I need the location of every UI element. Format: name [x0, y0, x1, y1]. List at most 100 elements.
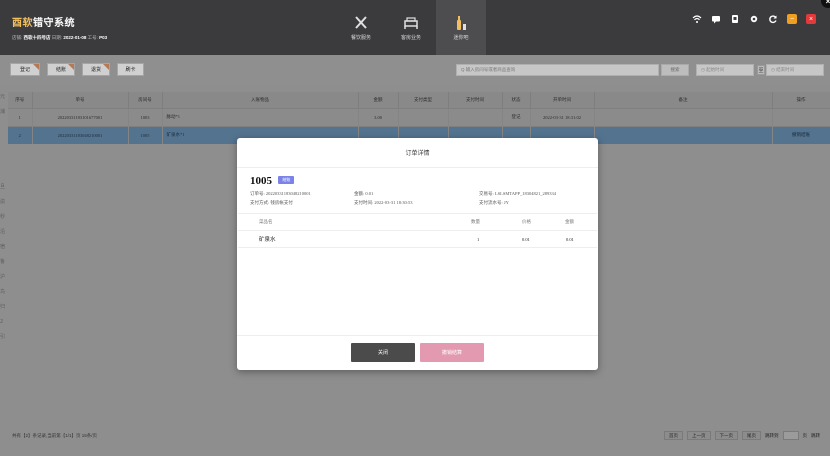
cell-op[interactable]	[772, 107, 830, 126]
minimize-button[interactable]: −	[787, 14, 797, 24]
nav-item-minibar[interactable]: 迷你吧	[436, 0, 486, 55]
page-suffix: 页	[802, 432, 808, 438]
close-window-button[interactable]: ×	[806, 14, 816, 24]
col-header: 开单时间	[530, 92, 595, 108]
status-badge: 结账	[278, 176, 295, 184]
prev-label: 上一页	[692, 432, 706, 438]
next-label: 下一页	[719, 432, 734, 438]
start-date-input[interactable]: ◷ 起始时间	[696, 64, 754, 76]
col-header: 入账物品	[162, 92, 359, 108]
edge-glyph: 引	[0, 334, 6, 340]
session-label: 日期:	[51, 35, 63, 40]
edge-glyph: 元	[0, 94, 6, 100]
undo-checkout-link[interactable]: 撤销结账	[772, 125, 830, 144]
nav-item-room[interactable]: 客房业务	[386, 0, 436, 55]
col-header: 单号	[32, 92, 129, 108]
start-date-placeholder: ◷ 起始时间	[701, 67, 725, 72]
item-name: 矿泉水	[259, 237, 276, 243]
order-summary: 1005 结账 订单号: 20220331183048210001 金额: 0.…	[250, 175, 590, 209]
nav-label: 迷你吧	[453, 34, 469, 41]
pay-method: 支付方式: 钱房帐支付	[250, 200, 293, 205]
cell-items: 脉动*1	[162, 107, 359, 126]
date-separator-label: 至	[758, 67, 764, 74]
cell-open-time: 2022-03-31 18:31:02	[530, 107, 595, 126]
dialog-title: 订单详情	[237, 138, 598, 168]
header-icons: − ×	[692, 14, 816, 24]
col-price: 价格	[522, 219, 531, 224]
search-button-label: 搜索	[670, 67, 680, 72]
cell-pay-type	[398, 107, 449, 126]
edge-glyph: 2	[0, 319, 4, 325]
end-date-input[interactable]: ◷ 结束时间	[766, 64, 824, 76]
page-number-input[interactable]	[782, 431, 799, 440]
device-icon[interactable]	[730, 14, 740, 24]
col-header: 金额	[358, 92, 399, 108]
col-header: 备注	[594, 92, 773, 108]
col-header: 操作	[772, 92, 830, 108]
nav-item-dining[interactable]: 餐饮服务	[336, 0, 386, 55]
date-separator: 至	[757, 65, 765, 75]
pagination-controls: 首页 上一页 下一页 尾页 跳转到 页 跳转	[664, 431, 820, 440]
corner-mark	[33, 64, 39, 70]
order-info: 订单号: 20220331183048210001 金额: 0.01 交易号: …	[250, 191, 590, 209]
search-button[interactable]: 搜索	[661, 64, 689, 76]
brand: 酉软错守系统 店铺: 西软十四号店 日期: 2022-01-08 工号: P03	[12, 14, 107, 41]
edge-glyph: 沿	[0, 229, 6, 235]
message-icon[interactable]	[711, 14, 721, 24]
edge-glyph: 渝	[0, 199, 6, 205]
serial-number: 支付流水号: JY	[479, 200, 509, 205]
order-detail-dialog: 订单详情 1005 结账 订单号: 20220331183048210001 金…	[237, 138, 598, 370]
utensils-icon	[355, 15, 367, 29]
register-button[interactable]: 登记	[10, 63, 40, 76]
edge-glyph: 宿	[0, 244, 6, 250]
room-number: 1005	[250, 175, 272, 187]
next-page-button[interactable]: 下一页	[714, 431, 738, 440]
order-number: 订单号: 20220331183048210001	[250, 191, 311, 196]
button-label: 刷卡	[125, 67, 136, 73]
undo-settlement-button[interactable]: 撤销结算	[420, 343, 484, 362]
undo-settlement-label: 撤销结算	[441, 350, 462, 356]
refresh-icon[interactable]	[768, 14, 778, 24]
cell-note	[594, 125, 773, 144]
prev-page-button[interactable]: 上一页	[687, 431, 711, 440]
col-header: 状态	[502, 92, 531, 108]
table-row[interactable]: 1 20220331183101677001 1003 脉动*1 3.00 登记…	[8, 107, 830, 126]
orders-table: 序号 单号 房间号 入账物品 金额 支付类型 支付时间 状态 开单时间 备注 操…	[8, 92, 830, 144]
col-qty: 数量	[471, 219, 480, 224]
trade-number: 交易号: LSLSMTAPP_18304821_289334	[479, 191, 557, 196]
item-qty: 1	[477, 236, 480, 242]
close-button[interactable]: 关闭	[351, 343, 415, 362]
jump-button[interactable]: 跳转	[811, 433, 820, 439]
app-title: 酉软错守系统	[12, 14, 107, 29]
col-item-name: 菜品名	[259, 219, 273, 224]
wifi-icon[interactable]	[692, 14, 702, 24]
edge-glyph: 秒	[0, 214, 6, 220]
pay-time: 支付时间: 2022-03-31 18:30:53	[354, 200, 413, 205]
return-button[interactable]: 退货	[82, 63, 110, 76]
edge-glyph: 归	[0, 304, 6, 310]
nav-label: 餐饮服务	[350, 34, 371, 41]
gear-icon[interactable]	[749, 14, 759, 24]
first-page-button[interactable]: 首页	[664, 431, 683, 440]
jump-label: 跳转到	[765, 432, 779, 438]
cell-amount: 3.00	[358, 107, 399, 126]
pagination-info: 共有【2】条记录,当前第【1/1】页 15条/页	[12, 433, 98, 438]
brand-part2: 错守系统	[33, 18, 75, 29]
store-label: 店铺:	[12, 35, 23, 40]
cell-room: 1003	[128, 107, 163, 126]
edge-glyph: 旦	[0, 184, 6, 190]
checkout-button[interactable]: 结账	[47, 63, 75, 76]
search-placeholder: Q 输入房间号或者商品查询	[461, 67, 516, 72]
button-label: 退货	[90, 67, 101, 73]
corner-mark	[68, 64, 74, 70]
pos-id: P03	[99, 35, 108, 40]
overlay-close-icon[interactable]: ×	[821, 0, 830, 8]
end-date-placeholder: ◷ 结束时间	[771, 67, 795, 72]
last-page-button[interactable]: 尾页	[742, 431, 761, 440]
table-header-row: 序号 单号 房间号 入账物品 金额 支付类型 支付时间 状态 开单时间 备注 操…	[8, 92, 830, 108]
edge-glyph: 鸟	[0, 289, 6, 295]
edge-glyph: 鲁	[0, 259, 6, 265]
swipe-card-button[interactable]: 刷卡	[117, 63, 144, 76]
search-input[interactable]: Q 输入房间号或者商品查询	[456, 64, 659, 76]
edge-glyph: 沪	[0, 274, 6, 280]
